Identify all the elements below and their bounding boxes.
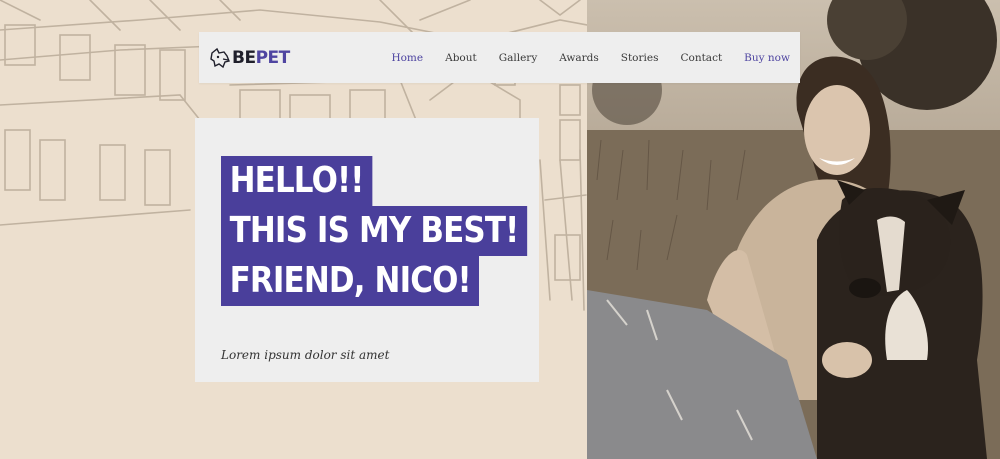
hero-headline-line-1: HELLO!! [221,156,373,206]
main-nav: Home About Gallery Awards Stories Contac… [369,52,790,64]
nav-stories[interactable]: Stories [621,52,659,64]
hero-subtitle: Lorem ipsum dolor sit amet [221,348,390,362]
dog-head-icon [209,47,231,69]
nav-about[interactable]: About [445,52,477,64]
hero-card: HELLO!! THIS IS MY BEST! FRIEND, NICO! L… [195,118,539,382]
navbar: BEPET Home About Gallery Awards Stories … [199,32,800,83]
logo-text-pet: PET [255,47,291,68]
logo[interactable]: BEPET [209,47,290,69]
logo-text-be: BE [232,47,256,68]
nav-gallery[interactable]: Gallery [499,52,538,64]
hero-headline-line-3: FRIEND, NICO! [221,256,480,306]
nav-contact[interactable]: Contact [680,52,722,64]
hero-headline: HELLO!! THIS IS MY BEST! FRIEND, NICO! [221,156,577,306]
hero-headline-line-2: THIS IS MY BEST! [221,206,527,256]
nav-home[interactable]: Home [391,52,423,64]
nav-awards[interactable]: Awards [559,52,599,64]
logo-text: BEPET [232,48,290,68]
nav-buy-now[interactable]: Buy now [744,52,790,64]
